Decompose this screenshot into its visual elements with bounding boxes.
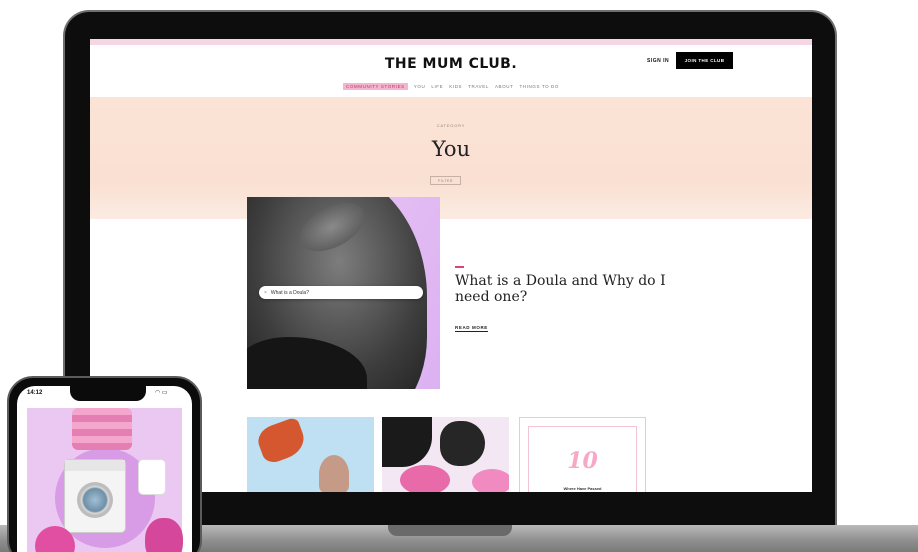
shirt-shape	[139, 460, 165, 494]
article-tile-1[interactable]	[247, 417, 374, 492]
main-nav: COMMUNITY STORIES YOU LIFE KIDS TRAVEL A…	[90, 83, 812, 90]
tile-illustration-shape	[472, 469, 509, 492]
washing-machine-icon	[65, 460, 125, 532]
page-title: You	[431, 137, 471, 161]
phone-status-icons: ◠ ▭	[155, 389, 168, 396]
tile-caption: Where Have Passed	[563, 486, 602, 491]
nav-item-about[interactable]: ABOUT	[495, 84, 514, 89]
nav-item-kids[interactable]: KIDS	[449, 84, 462, 89]
search-bubble-text: What is a Doula?	[270, 289, 309, 296]
tile-illustration-shape	[254, 417, 309, 466]
washer-drum	[77, 482, 113, 518]
filter-button[interactable]: FILTER	[430, 176, 461, 185]
tile-illustration-shape	[400, 465, 450, 492]
close-icon: ×	[264, 289, 267, 296]
top-banner-strip	[90, 39, 812, 45]
read-more-link[interactable]: READ MORE	[455, 325, 488, 332]
nav-item-you[interactable]: YOU	[414, 84, 426, 89]
tile-illustration-shape	[382, 417, 432, 467]
breadcrumb: CATEGORY	[436, 123, 466, 128]
nav-item-travel[interactable]: TRAVEL	[468, 84, 489, 89]
featured-article-title[interactable]: What is a Doula and Why do I need one?	[455, 273, 675, 305]
phone-screen: 14:12 ◠ ▭	[17, 386, 192, 552]
featured-article-image[interactable]: × What is a Doula?	[247, 197, 440, 389]
wifi-icon: ◠	[155, 390, 161, 396]
flower-shape	[145, 518, 183, 552]
sign-in-link[interactable]: SIGN IN	[647, 58, 669, 64]
washer-panel	[65, 460, 125, 471]
phone-hero-image[interactable]	[27, 408, 183, 552]
article-tile-2[interactable]	[382, 417, 509, 492]
towel-stack-shape	[72, 408, 132, 450]
battery-icon: ▭	[161, 390, 168, 396]
nav-item-things-to-do[interactable]: THINGS TO DO	[519, 84, 559, 89]
nav-item-community-stories[interactable]: COMMUNITY STORIES	[342, 83, 408, 90]
phone-notch	[70, 386, 146, 401]
tile-number: 10	[567, 448, 598, 474]
nav-item-life[interactable]: LIFE	[431, 84, 443, 89]
search-bubble: × What is a Doula?	[259, 286, 423, 299]
phone-clock: 14:12	[27, 390, 43, 396]
tile-illustration-shape	[440, 421, 485, 466]
tile-illustration-shape	[319, 455, 349, 492]
accent-dash	[455, 266, 464, 268]
join-the-club-button[interactable]: JOIN THE CLUB	[676, 52, 733, 69]
laptop-trackpad-notch	[388, 525, 512, 536]
article-tile-3[interactable]: 10 Where Have Passed	[519, 417, 646, 492]
